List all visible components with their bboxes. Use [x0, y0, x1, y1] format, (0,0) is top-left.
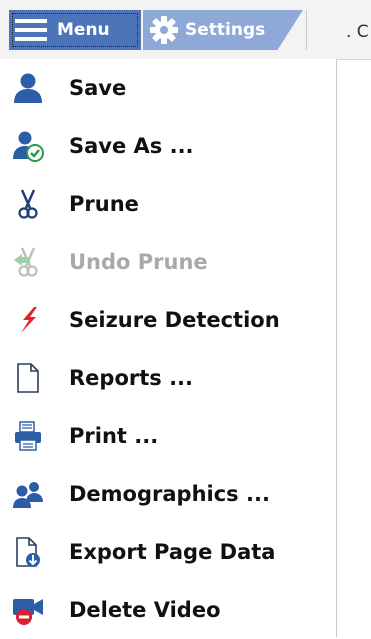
menu-item-reports[interactable]: Reports ...	[0, 349, 336, 407]
menu-dropdown: Save Save As ... Prune Undo Prune Seizur…	[0, 59, 337, 637]
menu-item-label: Seizure Detection	[69, 308, 280, 332]
scissors-icon	[12, 188, 44, 220]
export-icon	[12, 536, 44, 568]
menu-item-label: Export Page Data	[69, 540, 276, 564]
tab-divider	[306, 10, 307, 50]
menu-item-label: Print ...	[69, 424, 159, 448]
menu-button[interactable]: Menu	[9, 10, 141, 50]
menu-item-save[interactable]: Save	[0, 59, 336, 117]
ribbon-tab-bar: Menu Settings . C	[0, 0, 371, 60]
menu-item-export-page-data[interactable]: Export Page Data	[0, 523, 336, 581]
menu-item-undo-prune[interactable]: Undo Prune	[0, 233, 336, 291]
gear-icon	[149, 15, 179, 45]
user-check-icon	[12, 130, 44, 162]
document-icon	[12, 362, 44, 394]
settings-tab[interactable]: Settings	[143, 10, 303, 50]
menu-item-seizure-detection[interactable]: Seizure Detection	[0, 291, 336, 349]
menu-item-label: Reports ...	[69, 366, 194, 390]
menu-item-label: Prune	[69, 192, 139, 216]
delete-video-icon	[12, 594, 44, 626]
settings-label: Settings	[185, 20, 266, 40]
menu-item-label: Save As ...	[69, 134, 194, 158]
menu-label: Menu	[57, 20, 110, 40]
printer-icon	[12, 420, 44, 452]
menu-item-delete-video[interactable]: Delete Video	[0, 581, 336, 639]
users-icon	[12, 478, 44, 510]
hamburger-icon	[13, 17, 49, 43]
menu-item-save-as[interactable]: Save As ...	[0, 117, 336, 175]
menu-item-label: Demographics ...	[69, 482, 270, 506]
lightning-icon	[12, 304, 44, 336]
menu-item-prune[interactable]: Prune	[0, 175, 336, 233]
menu-item-print[interactable]: Print ...	[0, 407, 336, 465]
undo-scissors-icon	[12, 246, 44, 278]
menu-item-demographics[interactable]: Demographics ...	[0, 465, 336, 523]
user-icon	[12, 72, 44, 104]
menu-item-label: Save	[69, 76, 127, 100]
menu-item-label: Undo Prune	[69, 250, 208, 274]
next-tab-label[interactable]: . C	[346, 22, 369, 42]
menu-item-label: Delete Video	[69, 598, 221, 622]
